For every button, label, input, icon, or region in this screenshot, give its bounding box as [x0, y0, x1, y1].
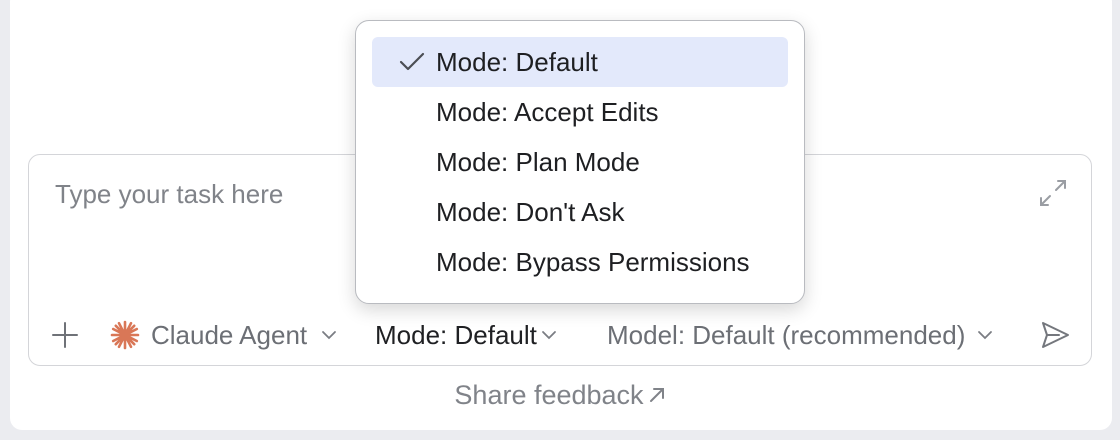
model-selector[interactable]: Model: Default (recommended)	[607, 320, 993, 351]
menu-item-mode-accept-edits[interactable]: Mode: Accept Edits	[372, 87, 788, 137]
menu-item-mode-default[interactable]: Mode: Default	[372, 37, 788, 87]
menu-item-label: Mode: Default	[436, 46, 598, 77]
share-feedback-link[interactable]: Share feedback	[0, 380, 1120, 411]
share-feedback-label: Share feedback	[454, 380, 644, 410]
send-icon[interactable]	[1039, 319, 1071, 351]
mode-dropdown-menu: Mode: Default Mode: Accept Edits Mode: P…	[355, 20, 805, 304]
chevron-down-icon	[541, 331, 556, 340]
menu-item-label: Mode: Don't Ask	[436, 196, 625, 227]
mode-selector[interactable]: Mode: Default	[375, 320, 557, 351]
menu-item-mode-dont-ask[interactable]: Mode: Don't Ask	[372, 187, 788, 237]
external-arrow-icon	[649, 388, 664, 402]
chevron-down-icon	[322, 331, 337, 340]
claude-star-icon	[110, 320, 140, 350]
menu-item-label: Mode: Accept Edits	[436, 96, 659, 127]
checkmark-icon	[399, 52, 425, 71]
composer-toolbar: Claude Agent Mode: Default Model: Defaul…	[29, 313, 1091, 357]
menu-item-label: Mode: Plan Mode	[436, 146, 640, 177]
menu-item-mode-plan[interactable]: Mode: Plan Mode	[372, 137, 788, 187]
expand-icon[interactable]	[1037, 177, 1069, 209]
agent-label: Claude Agent	[151, 319, 308, 350]
model-label: Model: Default (recommended)	[607, 319, 966, 350]
menu-item-mode-bypass-permissions[interactable]: Mode: Bypass Permissions	[372, 237, 788, 287]
plus-icon[interactable]	[51, 321, 79, 349]
chevron-down-icon	[978, 331, 993, 340]
task-input-placeholder[interactable]: Type your task here	[55, 179, 283, 210]
menu-item-label: Mode: Bypass Permissions	[436, 246, 750, 277]
mode-label: Mode: Default	[375, 319, 537, 350]
agent-selector[interactable]: Claude Agent	[109, 319, 337, 351]
